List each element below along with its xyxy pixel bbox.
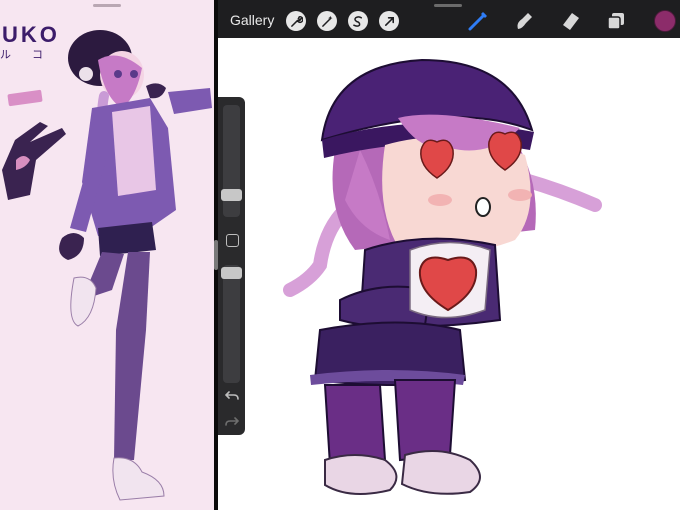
- modify-button[interactable]: [226, 234, 239, 247]
- brush-sidebar: [218, 97, 245, 435]
- gallery-button[interactable]: Gallery: [230, 12, 274, 28]
- eraser-icon[interactable]: [558, 9, 582, 33]
- redo-icon[interactable]: [225, 415, 239, 429]
- brush-opacity-thumb[interactable]: [221, 267, 242, 279]
- arrow-cursor-icon[interactable]: [379, 11, 399, 31]
- brush-size-thumb[interactable]: [221, 189, 242, 201]
- selection-s-icon[interactable]: [348, 11, 368, 31]
- smudge-icon[interactable]: [512, 9, 536, 33]
- reference-pane[interactable]: UKO ル コ: [0, 0, 214, 510]
- magic-wand-icon[interactable]: [317, 11, 337, 31]
- drawing-canvas[interactable]: [218, 38, 680, 510]
- wrench-icon[interactable]: [286, 11, 306, 31]
- brush-icon[interactable]: [466, 9, 490, 33]
- chibi-character-artwork: [283, 58, 602, 495]
- toolbar-grabber[interactable]: [434, 4, 462, 7]
- brush-opacity-slider[interactable]: [223, 265, 240, 383]
- undo-icon[interactable]: [225, 389, 239, 403]
- procreate-toolbar: Gallery: [218, 0, 680, 38]
- reference-character-illustration: [2, 30, 212, 501]
- layers-icon[interactable]: [604, 9, 628, 33]
- color-swatch[interactable]: [654, 10, 676, 32]
